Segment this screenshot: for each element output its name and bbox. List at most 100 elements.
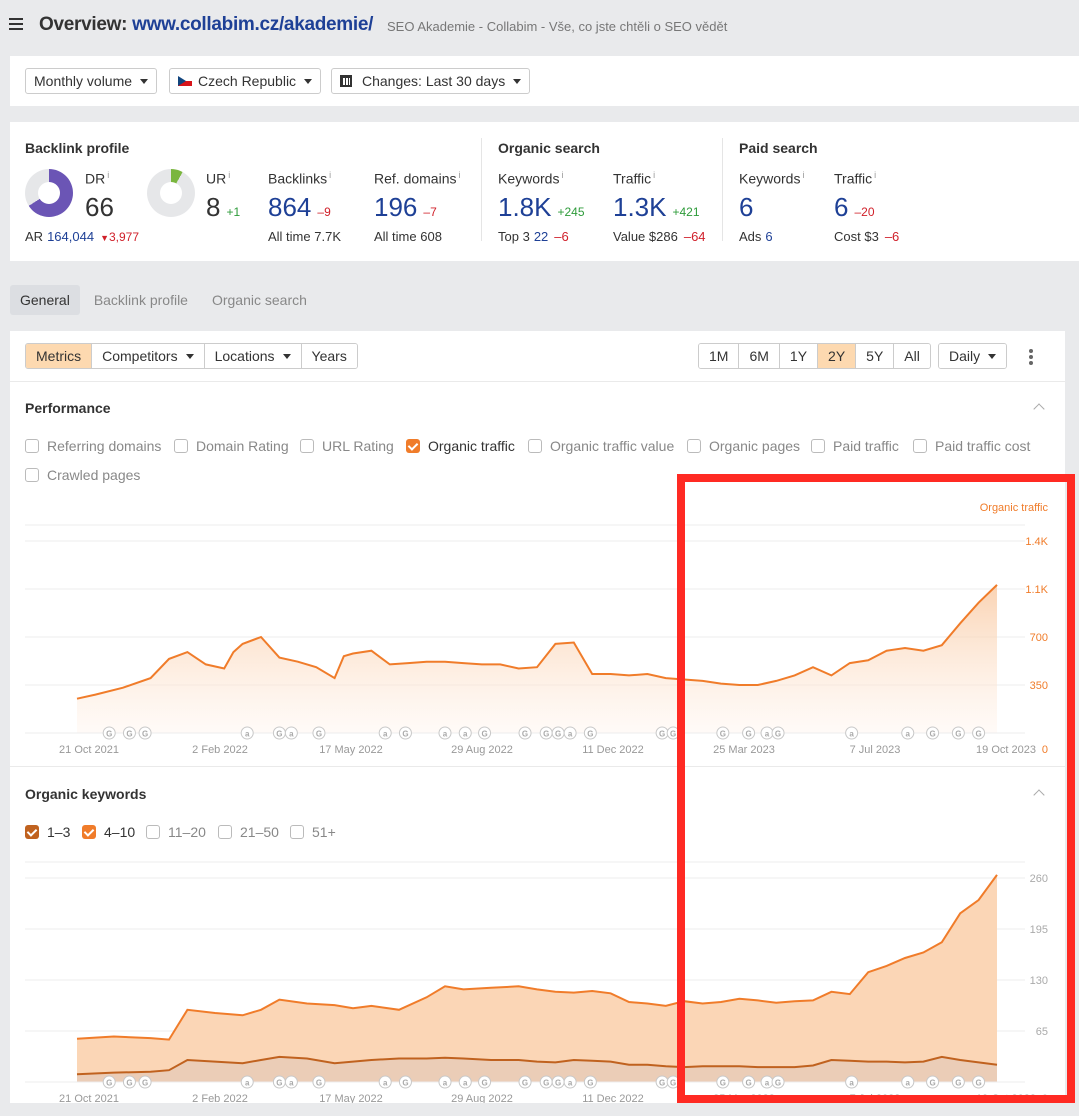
metric-checkbox-organic-traffic-value[interactable]: Organic traffic value [528, 438, 674, 454]
volume-dropdown[interactable]: Monthly volume [25, 68, 158, 94]
collapse-organic-keywords-icon[interactable] [1033, 787, 1045, 799]
dr-label[interactable]: DR i [85, 170, 109, 187]
ur-label[interactable]: UR i [206, 170, 230, 187]
cost-value: $3 [864, 229, 879, 244]
traffic-value-row: Value $286 –64 [613, 229, 706, 244]
checkbox[interactable] [811, 439, 825, 453]
country-dropdown[interactable]: Czech Republic [169, 68, 322, 94]
paid-keywords-label[interactable]: Keywords i [739, 170, 804, 187]
checkbox[interactable] [687, 439, 701, 453]
paid-traffic-value-number[interactable]: 6 [834, 192, 848, 222]
checkbox-checked[interactable] [82, 825, 96, 839]
organic-traffic-value[interactable]: 1.3K +421 [613, 194, 700, 220]
backlinks-delta: –9 [317, 205, 331, 219]
info-icon[interactable]: i [653, 170, 655, 180]
ads-value[interactable]: 6 [765, 229, 772, 244]
position-checkbox-1-3[interactable]: 1–3 [25, 824, 70, 840]
target-url-link[interactable]: www.collabim.cz/akademie/ [132, 14, 373, 35]
checkbox[interactable] [25, 468, 39, 482]
paid-traffic-value[interactable]: 6 –20 [834, 194, 875, 220]
ar-value[interactable]: 164,044 [47, 229, 94, 244]
metric-checkbox-organic-pages[interactable]: Organic pages [687, 438, 800, 454]
hamburger-icon[interactable] [9, 18, 23, 30]
metrics-button[interactable]: Metrics [26, 344, 93, 368]
position-checkbox-21-50[interactable]: 21–50 [218, 824, 279, 840]
top3-value[interactable]: 22 [534, 229, 548, 244]
range-1y-button[interactable]: 1Y [779, 344, 819, 368]
ref-domains-value[interactable]: 196 –7 [374, 194, 437, 220]
info-icon[interactable]: i [802, 170, 804, 180]
marker-glyph: G [522, 730, 528, 739]
info-icon[interactable]: i [329, 170, 331, 180]
checkbox[interactable] [25, 439, 39, 453]
competitors-button[interactable]: Competitors [92, 344, 205, 368]
ref-domains-value-number[interactable]: 196 [374, 192, 417, 222]
x-tick-label: 7 Jul 2023 [850, 1093, 901, 1103]
tab-general[interactable]: General [10, 285, 80, 315]
checkbox-checked[interactable] [25, 825, 39, 839]
organic-keywords-title: Organic keywords [25, 786, 147, 802]
x-tick-label: 25 Mar 2023 [713, 1093, 775, 1103]
checkbox[interactable] [218, 825, 232, 839]
organic-traffic-value-number[interactable]: 1.3K [613, 192, 667, 222]
range-6m-button[interactable]: 6M [739, 344, 780, 368]
traffic-value-delta: –64 [683, 229, 706, 244]
info-icon[interactable]: i [458, 170, 460, 180]
range-1m-button[interactable]: 1M [699, 344, 740, 368]
metric-checkbox-paid-traffic[interactable]: Paid traffic [811, 438, 899, 454]
ads-row: Ads 6 [739, 229, 773, 244]
locations-button[interactable]: Locations [204, 344, 302, 368]
backlinks-value[interactable]: 864 –9 [268, 194, 331, 220]
position-checkbox-4-10[interactable]: 4–10 [82, 824, 135, 840]
paid-keywords-value[interactable]: 6 [739, 194, 753, 220]
backlinks-label[interactable]: Backlinks i [268, 170, 331, 187]
more-options-icon[interactable] [1028, 349, 1034, 365]
metric-checkbox-paid-traffic-cost[interactable]: Paid traffic cost [913, 438, 1030, 454]
organic-keywords-value[interactable]: 1.8K +245 [498, 194, 585, 220]
checkbox[interactable] [300, 439, 314, 453]
all-time-value: 7.7K [314, 229, 341, 244]
info-icon[interactable]: i [874, 170, 876, 180]
metric-checkbox-domain-rating[interactable]: Domain Rating [174, 438, 289, 454]
checkbox[interactable] [528, 439, 542, 453]
checkbox[interactable] [174, 439, 188, 453]
checkbox[interactable] [913, 439, 927, 453]
metric-checkbox-url-rating[interactable]: URL Rating [300, 438, 394, 454]
position-checkbox-51-plus[interactable]: 51+ [290, 824, 336, 840]
paid-traffic-label[interactable]: Traffic i [834, 170, 876, 187]
organic-keywords-value-number[interactable]: 1.8K [498, 192, 552, 222]
checkbox-checked[interactable] [406, 439, 420, 453]
interval-dropdown-button[interactable]: Daily [939, 344, 1007, 368]
marker-glyph: G [555, 730, 561, 739]
tab-backlink-profile[interactable]: Backlink profile [84, 285, 198, 315]
interval-dropdown[interactable]: Daily [938, 343, 1008, 369]
range-2y-button[interactable]: 2Y [818, 344, 857, 368]
collapse-performance-icon[interactable] [1033, 401, 1045, 413]
range-5y-button[interactable]: 5Y [856, 344, 895, 368]
ref-domains-label[interactable]: Ref. domains i [374, 170, 460, 187]
top3-label: Top 3 [498, 229, 530, 244]
range-all-button[interactable]: All [894, 344, 930, 368]
checkbox[interactable] [290, 825, 304, 839]
metric-checkbox-organic-traffic[interactable]: Organic traffic [406, 438, 515, 454]
down-triangle-icon: ▼ [100, 233, 109, 243]
info-icon[interactable]: i [107, 170, 109, 180]
view-switcher: Metrics Competitors Locations Years [25, 343, 358, 369]
organic-keywords-label[interactable]: Keywords i [498, 170, 563, 187]
info-icon[interactable]: i [561, 170, 563, 180]
position-checkbox-11-20[interactable]: 11–20 [146, 824, 206, 840]
info-icon[interactable]: i [228, 170, 230, 180]
years-button[interactable]: Years [301, 344, 357, 368]
x-tick-label: 7 Jul 2023 [850, 744, 901, 756]
tab-organic-search[interactable]: Organic search [202, 285, 317, 315]
backlinks-value-number[interactable]: 864 [268, 192, 311, 222]
metric-checkbox-referring-domains[interactable]: Referring domains [25, 438, 161, 454]
changes-dropdown[interactable]: Changes: Last 30 days [331, 68, 531, 94]
marker-glyph: G [587, 730, 593, 739]
marker-glyph: a [289, 1079, 294, 1088]
organic-traffic-label[interactable]: Traffic i [613, 170, 655, 187]
checkbox[interactable] [146, 825, 160, 839]
marker-glyph: G [316, 1079, 322, 1088]
metric-checkbox-crawled-pages[interactable]: Crawled pages [25, 467, 140, 483]
page-subtitle: SEO Akademie - Collabim - Vše, co jste c… [387, 19, 728, 34]
